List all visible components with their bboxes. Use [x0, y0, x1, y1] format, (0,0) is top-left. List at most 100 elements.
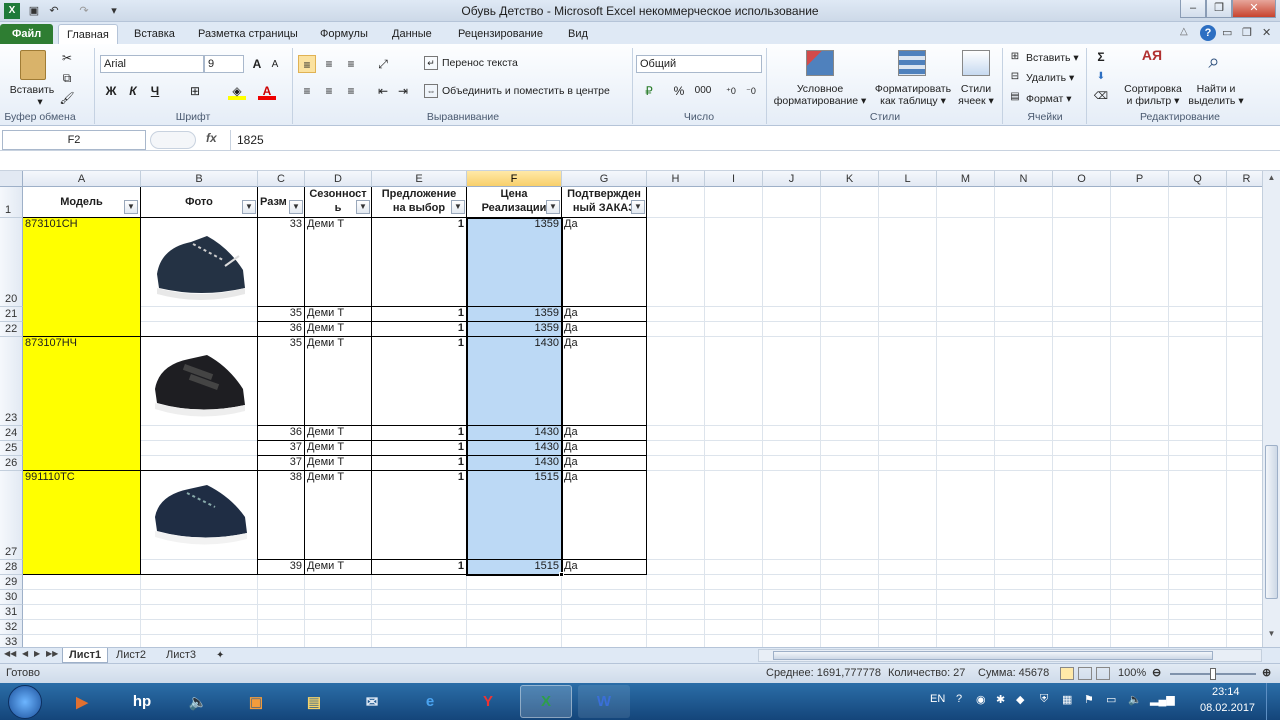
column-header-a[interactable]: A	[23, 171, 141, 187]
photo-cell[interactable]	[141, 218, 258, 337]
confirmed-cell[interactable]: Да	[562, 337, 647, 426]
row-header[interactable]: 24	[0, 426, 23, 441]
offer-cell[interactable]: 1	[372, 426, 467, 441]
filter-dropdown-icon[interactable]: ▼	[124, 200, 138, 214]
column-header-g[interactable]: G	[562, 171, 647, 187]
bluetooth-icon[interactable]: ✱	[996, 693, 1005, 706]
merge-center-icon[interactable]: ⇔	[424, 84, 438, 98]
clear-icon[interactable]: ⌫	[1092, 88, 1110, 106]
price-cell[interactable]: 1359	[467, 218, 562, 307]
confirmed-cell[interactable]: Да	[562, 322, 647, 337]
language-indicator[interactable]: EN	[930, 693, 945, 705]
price-cell[interactable]: 1430	[467, 456, 562, 471]
align-right-icon[interactable]: ≡	[342, 82, 360, 100]
doc-close-icon[interactable]: ✕	[1262, 26, 1271, 39]
number-format-select[interactable]: Общий	[636, 55, 762, 73]
underline-button[interactable]: Ч	[146, 82, 164, 100]
network-icon[interactable]: ▭	[1106, 693, 1116, 706]
fill-handle[interactable]	[559, 572, 564, 577]
align-bottom-icon[interactable]: ≡	[342, 55, 360, 73]
row-header[interactable]: 22	[0, 322, 23, 337]
find-select-button[interactable]: Найти и выделить ▾	[1186, 83, 1246, 107]
doc-minimize-icon[interactable]: ▭	[1222, 26, 1232, 39]
sort-filter-icon[interactable]: АЯ	[1138, 48, 1166, 76]
tray-icon[interactable]: ◆	[1016, 693, 1024, 706]
season-cell[interactable]: Деми Т	[305, 456, 372, 471]
season-cell[interactable]: Деми Т	[305, 441, 372, 456]
tab-formulas[interactable]: Формулы	[312, 24, 376, 44]
size-cell[interactable]: 37	[258, 441, 305, 456]
format-as-table-button[interactable]: Форматировать как таблицу ▾	[870, 83, 956, 107]
increase-decimal-icon[interactable]: ⁺0	[722, 82, 740, 100]
select-all-corner[interactable]	[0, 171, 23, 187]
mail-icon[interactable]: ✉	[346, 685, 398, 718]
yandex-icon[interactable]: Y	[462, 685, 514, 718]
zoom-in-icon[interactable]: ⊕	[1262, 664, 1271, 683]
increase-indent-icon[interactable]: ⇥	[394, 82, 412, 100]
worksheet-grid[interactable]: A B C D E F G H I J K L M N O P Q R 1 20…	[0, 171, 1262, 647]
align-middle-icon[interactable]: ≡	[320, 55, 338, 73]
doc-restore-icon[interactable]: ❐	[1242, 26, 1252, 39]
tab-view[interactable]: Вид	[560, 24, 596, 44]
column-header-h[interactable]: H	[647, 171, 705, 187]
offer-cell[interactable]: 1	[372, 471, 467, 560]
column-header-d[interactable]: D	[305, 171, 372, 187]
delete-cells-icon[interactable]: ⊟	[1006, 68, 1024, 86]
borders-icon[interactable]: ⊞	[186, 82, 204, 100]
scroll-up-icon[interactable]: ▲	[1265, 173, 1278, 187]
row-header[interactable]: 29	[0, 575, 23, 590]
offer-cell[interactable]: 1	[372, 218, 467, 307]
wrap-text-icon[interactable]: ↵	[424, 56, 438, 70]
show-desktop-button[interactable]	[1266, 683, 1280, 720]
filter-dropdown-icon[interactable]: ▼	[546, 200, 560, 214]
fill-icon[interactable]: ⬇	[1092, 68, 1110, 86]
size-cell[interactable]: 38	[258, 471, 305, 560]
photo-cell[interactable]	[141, 337, 258, 471]
offer-cell[interactable]: 1	[372, 307, 467, 322]
size-cell[interactable]: 36	[258, 322, 305, 337]
header-photo[interactable]: Фото	[141, 187, 258, 218]
security-icon[interactable]: ⛨	[1040, 693, 1048, 706]
ie-icon[interactable]: e	[404, 685, 456, 718]
paste-button[interactable]: Вставить	[4, 84, 60, 96]
align-center-icon[interactable]: ≡	[320, 82, 338, 100]
hp-icon[interactable]: hp	[116, 685, 168, 718]
percent-button[interactable]: %	[670, 82, 688, 100]
size-cell[interactable]: 37	[258, 456, 305, 471]
row-header[interactable]: 1	[0, 187, 23, 218]
model-cell[interactable]: 873101СН	[23, 218, 141, 337]
row-header[interactable]: 20	[0, 218, 23, 307]
sheet-tab-3[interactable]: Лист3	[160, 648, 202, 663]
row-header[interactable]: 30	[0, 590, 23, 605]
paste-icon[interactable]	[20, 50, 46, 80]
column-header-j[interactable]: J	[763, 171, 821, 187]
column-header-c[interactable]: C	[258, 171, 305, 187]
media-player-icon[interactable]: ▶	[56, 685, 108, 718]
autosum-icon[interactable]: Σ	[1092, 48, 1110, 66]
paste-dropdown-icon[interactable]: ▾	[30, 96, 50, 108]
italic-button[interactable]: К	[124, 82, 142, 100]
cell-styles-button[interactable]: Стили ячеек ▾	[954, 83, 998, 107]
price-cell[interactable]: 1430	[467, 441, 562, 456]
volume-icon[interactable]: 🔈	[1128, 693, 1142, 706]
column-header-b[interactable]: B	[141, 171, 258, 187]
sheet-nav-next-icon[interactable]: ▶	[34, 649, 40, 658]
tab-review[interactable]: Рецензирование	[450, 24, 551, 44]
page-break-view-icon[interactable]	[1096, 667, 1110, 680]
row-header[interactable]: 31	[0, 605, 23, 620]
font-size-select[interactable]: 9	[204, 55, 244, 73]
column-header-q[interactable]: Q	[1169, 171, 1227, 187]
column-header-e[interactable]: E	[372, 171, 467, 187]
format-cells-button[interactable]: Формат ▾	[1026, 93, 1072, 105]
size-cell[interactable]: 39	[258, 560, 305, 575]
tab-data[interactable]: Данные	[384, 24, 440, 44]
confirmed-cell[interactable]: Да	[562, 426, 647, 441]
decrease-indent-icon[interactable]: ⇤	[374, 82, 392, 100]
zoom-slider-thumb[interactable]	[1210, 668, 1216, 680]
tray-icon[interactable]: ◉	[976, 693, 986, 706]
season-cell[interactable]: Деми Т	[305, 426, 372, 441]
offer-cell[interactable]: 1	[372, 322, 467, 337]
ribbon-collapse-icon[interactable]: △	[1180, 26, 1194, 40]
font-color-icon[interactable]: A	[258, 82, 276, 100]
row-header[interactable]: 33	[0, 635, 23, 647]
